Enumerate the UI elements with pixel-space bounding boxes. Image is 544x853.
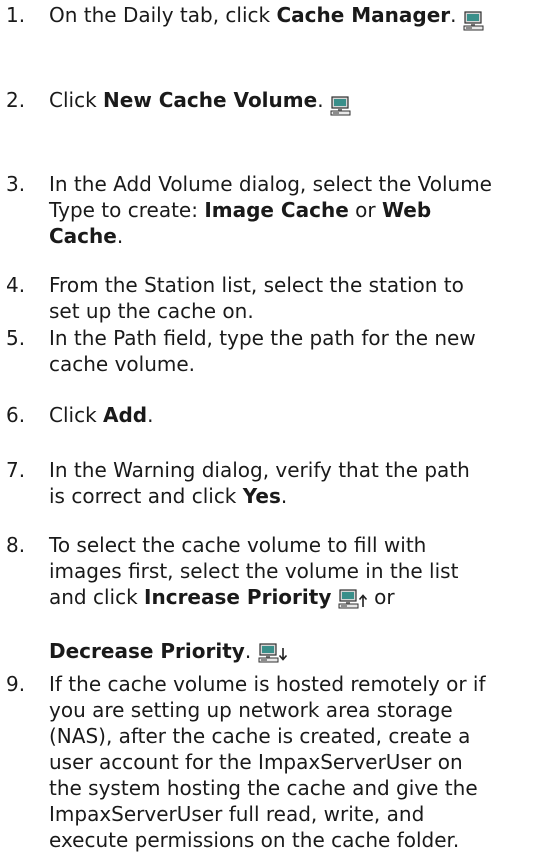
text-run: . xyxy=(450,3,463,27)
text-run: If the cache volume is hosted remotely o… xyxy=(49,672,486,696)
step-text: On the Daily tab, click Cache Manager. xyxy=(49,2,541,30)
text-line: Decrease Priority. xyxy=(49,638,541,664)
step-text: Click Add. xyxy=(49,402,541,428)
text-run: To select the cache volume to fill with xyxy=(49,533,427,557)
text-run: ImpaxServerUser full read, write, and xyxy=(49,802,425,826)
step-number: 6. xyxy=(6,403,26,427)
text-run: images first, select the volume in the l… xyxy=(49,559,459,583)
text-line: Click New Cache Volume. xyxy=(49,87,541,115)
text-run: In the Add Volume dialog, select the Vol… xyxy=(49,172,492,196)
text-line: In the Path field, type the path for the… xyxy=(49,325,541,351)
text-line: Cache. xyxy=(49,223,541,249)
text-run: execute permissions on the cache folder. xyxy=(49,828,460,852)
text-run: On the Daily tab, click xyxy=(49,3,277,27)
text-line: and click Increase Priority or xyxy=(49,584,541,610)
text-run: Click xyxy=(49,403,104,427)
computer-icon xyxy=(463,10,485,32)
step-number: 3. xyxy=(6,172,26,196)
text-run: From the Station list, select the statio… xyxy=(49,273,464,297)
step-text: If the cache volume is hosted remotely o… xyxy=(49,671,541,853)
text-line: In the Add Volume dialog, select the Vol… xyxy=(49,171,541,197)
computer-icon xyxy=(330,95,352,117)
text-run: or xyxy=(367,585,395,609)
text-run: user account for the ImpaxServerUser on xyxy=(49,750,463,774)
ui-label-emphasis: Web xyxy=(381,198,432,222)
ui-label-emphasis: Cache xyxy=(49,224,117,248)
ui-label-emphasis: Add xyxy=(103,403,148,427)
ui-label-emphasis: Increase Priority xyxy=(144,585,332,609)
ui-label-emphasis: Decrease Priority xyxy=(49,639,245,663)
text-run: the system hosting the cache and give th… xyxy=(49,776,478,800)
text-run: Type to create: xyxy=(49,198,205,222)
text-run: . xyxy=(280,484,288,508)
text-line: In the Warning dialog, verify that the p… xyxy=(49,457,541,483)
step-text: Click New Cache Volume. xyxy=(49,87,541,115)
ui-label-emphasis: Yes xyxy=(242,484,281,508)
text-run: . xyxy=(317,88,330,112)
text-run: . xyxy=(147,403,154,427)
text-run: . xyxy=(116,224,124,248)
text-run: . xyxy=(244,639,258,663)
text-line: user account for the ImpaxServerUser on xyxy=(49,749,541,775)
text-line xyxy=(49,610,541,638)
text-line: On the Daily tab, click Cache Manager. xyxy=(49,2,541,30)
text-line: set up the cache on. xyxy=(49,298,541,324)
text-run: set up the cache on. xyxy=(49,299,254,323)
text-line: cache volume. xyxy=(49,351,541,377)
text-line: If the cache volume is hosted remotely o… xyxy=(49,671,541,697)
step-number: 7. xyxy=(6,458,26,482)
text-line: Type to create: Image Cache or Web xyxy=(49,197,541,223)
text-run: and click xyxy=(49,585,145,609)
text-run: In the Warning dialog, verify that the p… xyxy=(49,458,470,482)
text-line: images first, select the volume in the l… xyxy=(49,558,541,584)
step-text: To select the cache volume to fill with i… xyxy=(49,532,541,664)
text-run: or xyxy=(348,198,382,222)
step-number: 2. xyxy=(6,88,26,112)
decrease-priority-icon xyxy=(258,642,288,664)
step-text: In the Path field, type the path for the… xyxy=(49,325,541,377)
text-run: (NAS), after the cache is created, creat… xyxy=(49,724,471,748)
step-number: 9. xyxy=(6,672,26,696)
text-line: the system hosting the cache and give th… xyxy=(49,775,541,801)
text-run: you are setting up network area storage xyxy=(49,698,453,722)
step-text: In the Add Volume dialog, select the Vol… xyxy=(49,171,541,249)
text-line: From the Station list, select the statio… xyxy=(49,272,541,298)
ui-label-emphasis: Cache Manager xyxy=(276,3,451,27)
text-run: Click xyxy=(49,88,104,112)
text-line: you are setting up network area storage xyxy=(49,697,541,723)
ui-label-emphasis: New Cache Volume xyxy=(103,88,318,112)
text-line: Click Add. xyxy=(49,402,541,428)
step-number: 5. xyxy=(6,326,26,350)
text-line: execute permissions on the cache folder. xyxy=(49,827,541,853)
step-text: From the Station list, select the statio… xyxy=(49,272,541,324)
text-run: cache volume. xyxy=(49,352,196,376)
text-run: In the Path field, type the path for the… xyxy=(49,326,476,350)
step-number: 4. xyxy=(6,273,26,297)
ui-label-emphasis: Image Cache xyxy=(204,198,349,222)
increase-priority-icon xyxy=(338,588,368,610)
step-number: 8. xyxy=(6,533,26,557)
text-line: To select the cache volume to fill with xyxy=(49,532,541,558)
text-line: is correct and click Yes. xyxy=(49,483,541,509)
text-line: (NAS), after the cache is created, creat… xyxy=(49,723,541,749)
text-line: ImpaxServerUser full read, write, and xyxy=(49,801,541,827)
step-text: In the Warning dialog, verify that the p… xyxy=(49,457,541,509)
text-run: is correct and click xyxy=(49,484,243,508)
step-number: 1. xyxy=(6,3,26,27)
